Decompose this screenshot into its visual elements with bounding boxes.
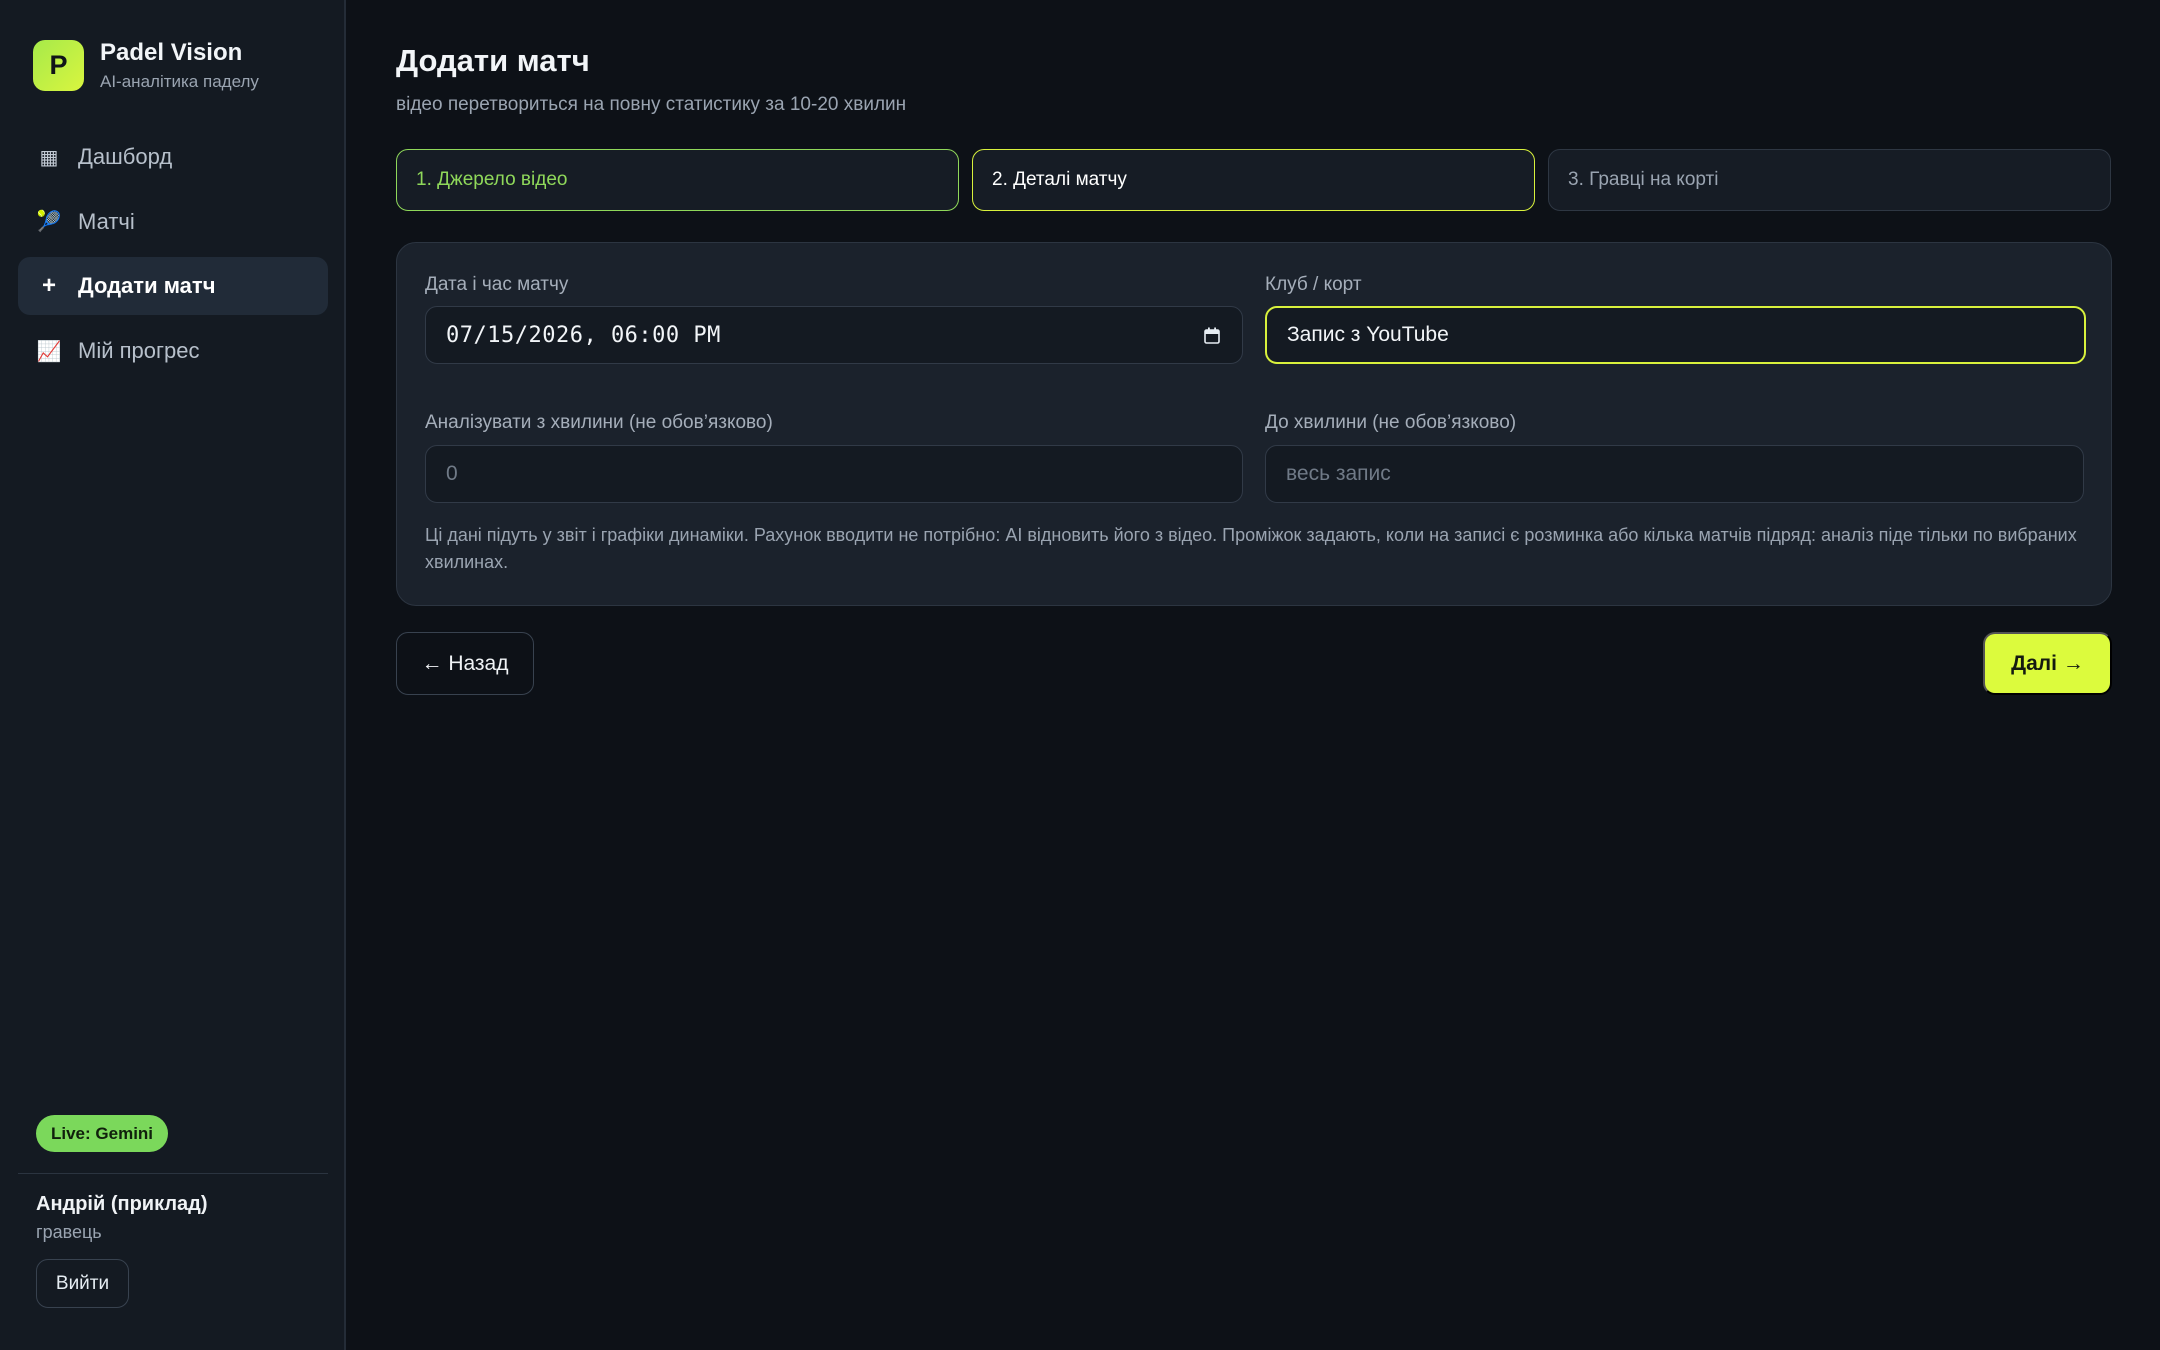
sidebar-item-add-match[interactable]: + Додати матч (18, 257, 328, 316)
step-label: 2. Деталі матчу (992, 169, 1127, 190)
datetime-label: Дата і час матчу (425, 274, 569, 295)
calendar-icon[interactable] (1204, 327, 1220, 344)
page-subtitle: відео перетвориться на повну статистику … (396, 94, 907, 115)
next-button[interactable]: Далі → (1983, 632, 2112, 695)
status-badge: Live: Gemini (36, 1115, 169, 1152)
step-video-source[interactable]: 1. Джерело відео (396, 149, 959, 211)
from-minute-label: Аналізувати з хвилини (не обов’язково) (425, 412, 773, 433)
club-input[interactable]: Запис з YouTube (1265, 306, 2086, 364)
app-subtitle: AI-аналітика паделу (100, 72, 259, 91)
tennis-racket-icon: 🎾 (36, 211, 62, 234)
chart-increasing-icon: 📈 (36, 340, 62, 363)
sidebar-item-progress[interactable]: 📈 Мій прогрес (18, 322, 328, 380)
datetime-input[interactable]: 07/15/2026, 06:00 PM (425, 306, 1243, 364)
page-title: Додати матч (396, 43, 590, 78)
sidebar: P Padel Vision AI-аналітика паделу ▦ Даш… (0, 0, 346, 1350)
sidebar-divider (18, 1173, 328, 1174)
step-label: 3. Гравці на корті (1568, 169, 1719, 190)
plus-icon: + (41, 272, 56, 300)
app-name: Padel Vision (100, 39, 243, 66)
step-players[interactable]: 3. Гравці на корті (1548, 149, 2111, 211)
sidebar-nav: ▦ Дашборд 🎾 Матчі + Додати матч 📈 Мій пр… (18, 128, 328, 387)
sidebar-item-label: Дашборд (78, 144, 173, 169)
brand[interactable]: P Padel Vision AI-аналітика паделу (33, 39, 259, 92)
match-details-form: Дата і час матчу 07/15/2026, 06:00 PM Кл… (396, 242, 2112, 606)
step-match-details[interactable]: 2. Деталі матчу (972, 149, 1535, 211)
club-value: Запис з YouTube (1287, 323, 1449, 346)
back-button[interactable]: ← Назад (396, 632, 534, 695)
from-minute-placeholder: 0 (446, 462, 458, 485)
user-role: гравець (36, 1222, 102, 1242)
brand-text: Padel Vision AI-аналітика паделу (100, 39, 259, 92)
app-logo: P (33, 40, 84, 91)
sidebar-item-label: Матчі (78, 208, 135, 234)
datetime-value: 07/15/2026, 06:00 PM (446, 322, 721, 348)
form-hint: Ці дані підуть у звіт і графіки динаміки… (425, 525, 2077, 572)
sidebar-item-label: Додати матч (78, 273, 216, 299)
sidebar-item-dashboard[interactable]: ▦ Дашборд (18, 128, 328, 186)
from-minute-input[interactable]: 0 (425, 445, 1243, 503)
sidebar-item-label: Мій прогрес (78, 338, 200, 364)
user-name: Андрій (приклад) (36, 1193, 208, 1215)
to-minute-label: До хвилини (не обов’язково) (1265, 412, 1517, 433)
to-minute-placeholder: весь запис (1286, 462, 1391, 485)
sidebar-item-matches[interactable]: 🎾 Матчі (18, 193, 328, 251)
club-label: Клуб / корт (1265, 274, 1362, 295)
step-label: 1. Джерело відео (416, 169, 568, 190)
to-minute-input[interactable]: весь запис (1265, 445, 2084, 503)
dashboard-icon: ▦ (39, 146, 59, 169)
logout-button[interactable]: Вийти (36, 1259, 129, 1308)
